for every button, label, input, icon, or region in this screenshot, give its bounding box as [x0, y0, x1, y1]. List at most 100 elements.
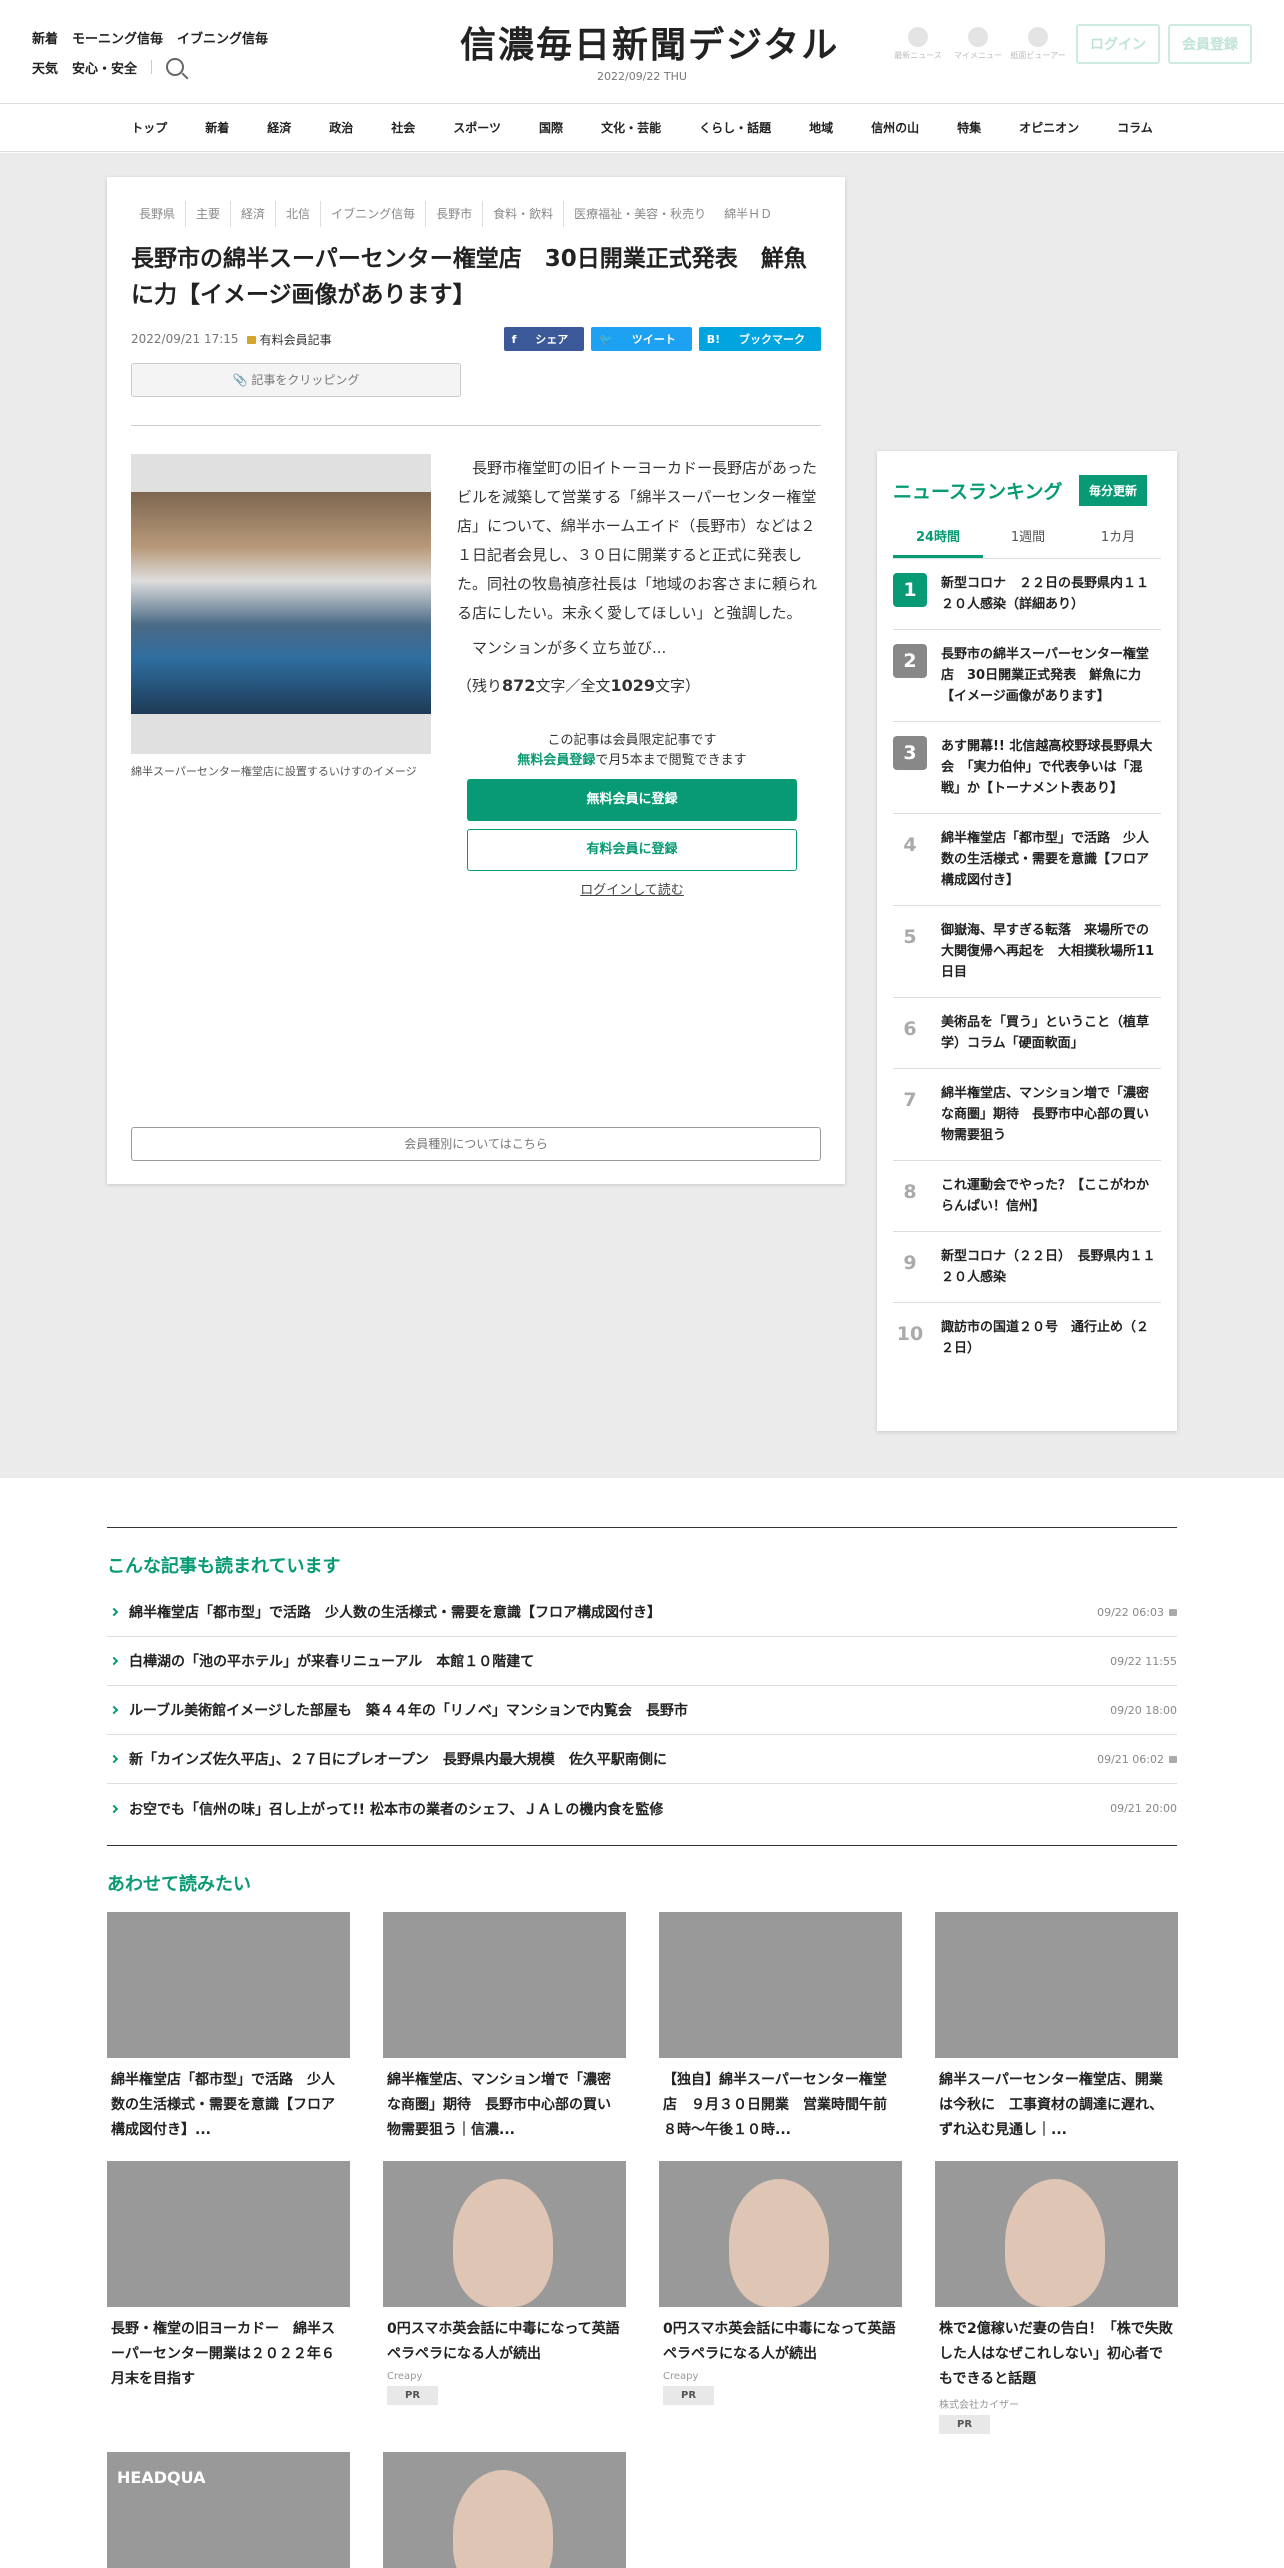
hatena-bookmark-button[interactable]: B! ブックマーク — [698, 327, 821, 351]
tag[interactable]: 経済 — [230, 201, 275, 227]
article-card-link[interactable]: 綿半スーパーセンター権堂店、開業は今秋に 工事資材の調達に遅れ、ずれ込む見通し｜… — [935, 1912, 1178, 2143]
ranking-item[interactable]: 9 新型コロナ（２２日） 長野県内１１２０人感染 — [893, 1232, 1161, 1303]
pin-icon — [908, 27, 928, 47]
free-view-msg: 無料会員登録で月5本まで閲覧できます — [517, 753, 747, 768]
ad-card-link[interactable]: 0円スマホ英会話に中毒になって英語ペラペラになる人が続出 Creapy PR — [383, 2161, 626, 2434]
list-item[interactable]: 新「カインズ佐久平店」、２７日にプレオープン 長野県内最大規模 佐久平駅南側に 0… — [107, 1735, 1177, 1784]
tag[interactable]: 医療福祉・美容・秋売り — [563, 201, 716, 227]
free-register-link[interactable]: 無料会員登録 — [517, 753, 595, 768]
nav-item[interactable]: 政治 — [310, 119, 372, 136]
ranking-item[interactable]: 1 新型コロナ ２２日の長野県内１１２０人感染（詳細あり） — [893, 559, 1161, 630]
link-evening[interactable]: イブニング信毎 — [177, 28, 268, 47]
section-title: こんな記事も読まれています — [107, 1556, 341, 1577]
tag[interactable]: 綿半ＨＤ — [716, 201, 782, 227]
popular-articles: こんな記事も読まれています 綿半権堂店「都市型」で活路 少人数の生活様式・需要を… — [107, 1527, 1177, 1846]
nav-item[interactable]: 信州の山 — [852, 119, 938, 136]
nav-item[interactable]: 文化・芸能 — [582, 119, 680, 136]
link-morning[interactable]: モーニング信毎 — [72, 28, 163, 47]
lock-icon — [1169, 1608, 1177, 1616]
ranking-item-title: あす開幕!! 北信越高校野球長野県大会 「実力伯仲」で代表争いは「混戦」か【トー… — [941, 739, 1153, 796]
rank-number: 10 — [896, 1323, 924, 1345]
tab-24h[interactable]: 24時間 — [893, 526, 983, 558]
article-card-link[interactable]: 綿半権堂店、マンション増で「濃密な商圏」期待 長野市中心部の買い物需要狙う｜信濃… — [383, 1912, 626, 2143]
article-card-link[interactable]: 綿半権堂店「都市型」で活路 少人数の生活様式・需要を意識【フロア構成図付き】..… — [107, 1912, 350, 2143]
nav-item[interactable]: 特集 — [938, 119, 1000, 136]
paywall-box: この記事は会員限定記事です 無料会員登録で月5本まで閲覧できます 無料会員に登録… — [467, 731, 797, 901]
list-item[interactable]: ルーブル美術館イメージした部屋も 築４４年の「リノベ」マンションで内覧会 長野市… — [107, 1686, 1177, 1735]
ad-card-link[interactable]: 株で2億稼いだ妻の告白！「株で失敗した人はなぜこれしない」初心者でもできると話題… — [935, 2161, 1178, 2434]
ranking-item[interactable]: 6 美術品を「買う」ということ（植草学）コラム「硬面軟面」 — [893, 998, 1161, 1069]
tab-1week[interactable]: 1週間 — [983, 526, 1073, 558]
nav-item[interactable]: 地域 — [790, 119, 852, 136]
tag[interactable]: 長野市 — [425, 201, 482, 227]
tag[interactable]: 食料・飲料 — [482, 201, 563, 227]
rank-number: 8 — [903, 1181, 917, 1203]
link-new[interactable]: 新着 — [32, 28, 58, 47]
ranking-item-title: これ運動会でやった？【ここがわからんぱい！信州】 — [941, 1178, 1150, 1214]
nav-item[interactable]: オピニオン — [1000, 119, 1098, 136]
site-logo[interactable]: 信濃毎日新聞デジタル 2022/09/22 THU — [460, 22, 840, 83]
ranking-item-title: 長野市の綿半スーパーセンター権堂店 30日開業正式発表 鮮魚に力【イメージ画像が… — [941, 647, 1149, 704]
clip-article-button[interactable]: 📎 記事をクリッピング — [131, 363, 461, 397]
ranking-item[interactable]: 5 御嶽海、早すぎる転落 来場所での大関復帰へ再起を 大相撲秋場所11日目 — [893, 906, 1161, 998]
ranking-item[interactable]: 3 あす開幕!! 北信越高校野球長野県大会 「実力伯仲」で代表争いは「混戦」か【ト… — [893, 722, 1161, 814]
article-tags: 長野県 主要 経済 北信 イブニング信毎 長野市 食料・飲料 医療福祉・美容・秋… — [131, 201, 821, 227]
chevron-right-icon — [109, 1754, 119, 1764]
member-only-msg: この記事は会員限定記事です — [547, 733, 717, 748]
paper-viewer-link[interactable]: 紙面ビューアー — [1008, 27, 1068, 61]
nav-item[interactable]: コラム — [1098, 119, 1172, 136]
card-title: 綿半権堂店「都市型」で活路 少人数の生活様式・需要を意識【フロア構成図付き】..… — [111, 2072, 335, 2138]
search-icon[interactable] — [166, 58, 185, 76]
paid-register-button[interactable]: 有料会員に登録 — [467, 829, 797, 871]
link-safety[interactable]: 安心・安全 — [72, 58, 137, 77]
nav-item[interactable]: くらし・話題 — [680, 119, 790, 136]
ranking-item[interactable]: 4 綿半権堂店「都市型」で活路 少人数の生活様式・需要を意識【フロア構成図付き】 — [893, 814, 1161, 906]
facebook-share-button[interactable]: f シェア — [503, 327, 585, 351]
twitter-share-button[interactable]: 🐦 ツイート — [591, 327, 692, 351]
free-register-button[interactable]: 無料会員に登録 — [467, 779, 797, 821]
tag[interactable]: 長野県 — [131, 201, 185, 227]
card-title: 0円スマホ英会話に中毒になって英語ペラペラになる人が続出 — [387, 2321, 620, 2362]
sign-text: HEADQUA — [117, 2468, 206, 2487]
article-card-link[interactable]: 長野・権堂の旧ヨーカドー 綿半スーパーセンター開業は２０２２年６月末を目指す — [107, 2161, 350, 2434]
nav-item[interactable]: 社会 — [372, 119, 434, 136]
tab-1month[interactable]: 1カ月 — [1073, 526, 1163, 558]
rank-number: 3 — [893, 736, 927, 770]
nav-item[interactable]: 新着 — [186, 119, 248, 136]
tag[interactable]: イブニング信毎 — [320, 201, 425, 227]
article-card-link[interactable]: HEADQUA — [107, 2452, 350, 2568]
login-button[interactable]: ログイン — [1076, 24, 1160, 64]
nav-item[interactable]: 経済 — [248, 119, 310, 136]
ranking-item[interactable]: 10 諏訪市の国道２０号 通行止め（２２日） — [893, 1303, 1161, 1373]
article-text: 長野市権堂町の旧イトーヨーカドー長野店があったビルを減築して営業する「綿半スーパ… — [457, 454, 821, 901]
nav-item[interactable]: スポーツ — [434, 119, 520, 136]
my-menu-link[interactable]: マイメニュー — [948, 27, 1008, 61]
nav-item[interactable]: トップ — [112, 119, 186, 136]
pr-badge: PR — [663, 2386, 715, 2405]
rank-number: 4 — [903, 834, 917, 856]
article-photo[interactable] — [131, 454, 431, 754]
sponsor-name: Creapy — [387, 2371, 423, 2382]
card-title: 株で2億稼いだ妻の告白！「株で失敗した人はなぜこれしない」初心者でもできると話題 — [939, 2321, 1173, 2387]
latest-news-link[interactable]: 最新ニュース — [888, 27, 948, 61]
list-item[interactable]: 白樺湖の「池の平ホテル」が来春リニューアル 本館１０階建て 09/22 11:55 — [107, 1637, 1177, 1686]
register-button[interactable]: 会員登録 — [1168, 24, 1252, 64]
tag[interactable]: 北信 — [275, 201, 320, 227]
list-item[interactable]: お空でも「信州の味」召し上がって!! 松本市の業者のシェフ、ＪＡＬの機内食を監修… — [107, 1784, 1177, 1833]
ad-card-link[interactable]: 0円スマホ英会話に中毒になって英語ペラペラになる人が続出 Creapy PR — [659, 2161, 902, 2434]
list-item[interactable]: 綿半権堂店「都市型」で活路 少人数の生活様式・需要を意識【フロア構成図付き】 09… — [107, 1588, 1177, 1637]
recommended-section: あわせて読みたい 綿半権堂店「都市型」で活路 少人数の生活様式・需要を意識【フロ… — [107, 1870, 1178, 2568]
ad-card-link[interactable] — [383, 2452, 626, 2568]
ranking-item[interactable]: 7 綿半権堂店、マンション増で「濃密な商圏」期待 長野市中心部の買い物需要狙う — [893, 1069, 1161, 1161]
link-weather[interactable]: 天気 — [32, 58, 58, 77]
ranking-item[interactable]: 8 これ運動会でやった？【ここがわからんぱい！信州】 — [893, 1161, 1161, 1232]
login-to-read-link[interactable]: ログインして読む — [467, 881, 797, 901]
member-types-button[interactable]: 会員種別についてはこちら — [131, 1127, 821, 1161]
logo-text: 信濃毎日新聞デジタル — [460, 24, 840, 66]
ranking-item[interactable]: 2 長野市の綿半スーパーセンター権堂店 30日開業正式発表 鮮魚に力【イメージ画像… — [893, 630, 1161, 722]
article-card-link[interactable]: 【独自】綿半スーパーセンター権堂店 ９月３０日開業 営業時間午前８時～午後１０時… — [659, 1912, 902, 2143]
list-item-title: ルーブル美術館イメージした部屋も 築４４年の「リノベ」マンションで内覧会 長野市 — [129, 1703, 688, 1719]
tag[interactable]: 主要 — [185, 201, 230, 227]
nav-item[interactable]: 国際 — [520, 119, 582, 136]
thumbnail — [383, 2452, 626, 2568]
